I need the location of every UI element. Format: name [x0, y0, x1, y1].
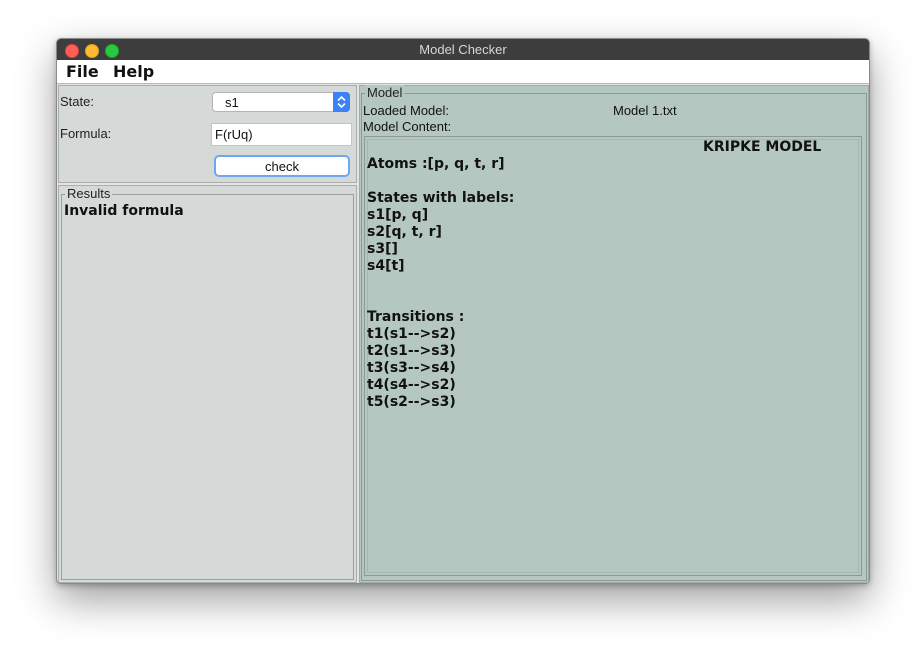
select-arrows-icon[interactable] — [333, 92, 350, 112]
model-content-label: Model Content: — [363, 119, 452, 134]
state-line: s3[] — [367, 241, 398, 257]
transition-line: t4(s4-->s2) — [367, 377, 456, 393]
transitions-header: Transitions : — [367, 309, 465, 325]
state-line: s1[p, q] — [367, 207, 429, 223]
model-content-area[interactable]: KRIPKE MODEL Atoms :[p, q, t, r] States … — [364, 136, 862, 576]
query-panel: State: s1 Formula: check — [58, 85, 357, 183]
results-frame — [61, 194, 354, 580]
model-legend: Model — [365, 85, 405, 100]
menu-bar: File Help — [57, 60, 869, 84]
kripke-model-title: KRIPKE MODEL — [703, 139, 822, 155]
check-button[interactable]: check — [214, 155, 350, 177]
results-panel: Results Invalid formula — [58, 185, 357, 583]
formula-input[interactable] — [211, 123, 352, 146]
title-bar: Model Checker — [57, 39, 869, 61]
result-message: Invalid formula — [64, 203, 184, 219]
state-line: s2[q, t, r] — [367, 224, 442, 240]
menu-file[interactable]: File — [66, 62, 99, 81]
transition-line: t3(s3-->s4) — [367, 360, 456, 376]
transition-line: t1(s1-->s2) — [367, 326, 456, 342]
state-select-value: s1 — [225, 95, 239, 110]
menu-help[interactable]: Help — [113, 62, 154, 81]
formula-label: Formula: — [60, 126, 112, 141]
window-title: Model Checker — [419, 42, 507, 57]
transition-line: t5(s2-->s3) — [367, 394, 456, 410]
model-panel: Model Loaded Model: Model 1.txt Model Co… — [359, 85, 869, 583]
results-legend: Results — [65, 186, 113, 201]
state-label: State: — [60, 94, 94, 109]
state-select[interactable]: s1 — [212, 92, 350, 112]
atoms-line: Atoms :[p, q, t, r] — [367, 156, 505, 172]
state-line: s4[t] — [367, 258, 405, 274]
model-checker-window: Model Checker File Help State: s1 Formul… — [56, 38, 870, 584]
states-header: States with labels: — [367, 190, 515, 206]
transition-line: t2(s1-->s3) — [367, 343, 456, 359]
loaded-model-label: Loaded Model: — [363, 103, 450, 118]
loaded-model-value: Model 1.txt — [613, 103, 677, 118]
